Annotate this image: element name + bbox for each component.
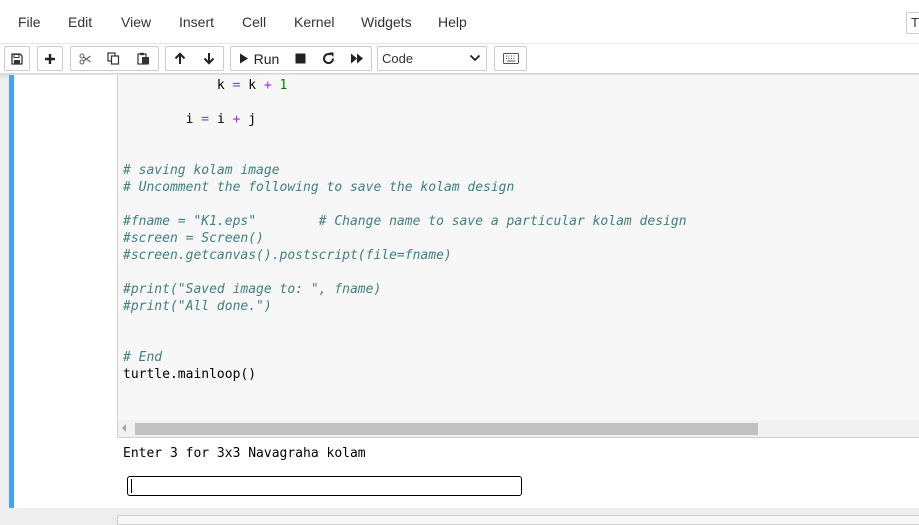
cell-type-select[interactable]: Code xyxy=(377,46,487,71)
code-line: #fname = "K1.eps" # Change name to save … xyxy=(123,213,687,230)
stdin-input[interactable] xyxy=(127,476,522,496)
insert-cell-button[interactable] xyxy=(37,46,63,71)
save-icon xyxy=(11,52,23,65)
toolbar: Run Code xyxy=(0,44,919,75)
text-caret xyxy=(131,479,132,493)
scissors-icon xyxy=(78,52,92,65)
selected-cell-indicator xyxy=(9,75,14,508)
code-token: # saving kolam image xyxy=(123,163,280,178)
menu-kernel[interactable]: Kernel xyxy=(294,14,334,30)
menu-cell[interactable]: Cell xyxy=(242,14,266,30)
code-token: #screen = Screen() xyxy=(123,231,264,246)
stop-icon xyxy=(295,53,306,64)
menu-help[interactable]: Help xyxy=(438,14,467,30)
move-up-button[interactable] xyxy=(165,46,195,71)
restart-icon xyxy=(322,52,335,65)
save-button[interactable] xyxy=(4,46,30,71)
menu-edit[interactable]: Edit xyxy=(68,14,92,30)
run-all-button[interactable] xyxy=(342,46,372,71)
code-token: i xyxy=(216,112,225,127)
menu-view[interactable]: View xyxy=(121,14,151,30)
kernel-indicator[interactable]: T xyxy=(906,12,919,34)
code-token: k xyxy=(216,78,225,93)
plus-icon xyxy=(44,53,56,65)
code-token: #print("Saved image to: ", fname) xyxy=(123,282,382,297)
code-token: + xyxy=(256,78,280,93)
code-line: turtle.mainloop() xyxy=(123,366,256,383)
code-line: #screen.getcanvas().postscript(file=fnam… xyxy=(123,247,452,264)
code-token: 1 xyxy=(279,78,288,93)
scrollbar-thumb[interactable] xyxy=(135,423,758,435)
play-icon xyxy=(239,53,249,64)
code-token: #screen.getcanvas().postscript(file=fnam… xyxy=(123,248,452,263)
scroll-left-icon[interactable] xyxy=(122,424,126,432)
restart-button[interactable] xyxy=(314,46,343,71)
chevron-down-icon xyxy=(469,48,481,75)
code-token: turtle.mainloop() xyxy=(123,367,257,382)
code-line: i = i + j xyxy=(123,111,256,128)
paste-button[interactable] xyxy=(128,46,159,71)
code-token: j xyxy=(248,112,257,127)
arrow-down-icon xyxy=(203,52,215,65)
copy-button[interactable] xyxy=(99,46,129,71)
code-line: #print("Saved image to: ", fname) xyxy=(123,281,381,298)
code-token: k xyxy=(248,78,257,93)
horizontal-scrollbar[interactable] xyxy=(118,420,919,437)
code-line: # Uncomment the following to save the ko… xyxy=(123,179,514,196)
cut-button[interactable] xyxy=(70,46,100,71)
code-line: # End xyxy=(123,349,162,366)
output-text: Enter 3 for 3x3 Navagraha kolam xyxy=(123,446,366,461)
menu-insert[interactable]: Insert xyxy=(179,14,214,30)
code-token: # Uncomment the following to save the ko… xyxy=(123,180,515,195)
code-line: k = k + 1 xyxy=(123,77,287,94)
code-line: #print("All done.") xyxy=(123,298,272,315)
arrow-up-icon xyxy=(174,52,186,65)
code-token: + xyxy=(224,112,249,127)
code-token: # End xyxy=(123,350,163,365)
keyboard-icon xyxy=(502,53,519,64)
fast-forward-icon xyxy=(350,53,364,64)
interrupt-button[interactable] xyxy=(287,46,315,71)
paste-icon xyxy=(136,52,150,65)
code-token: = xyxy=(193,112,217,127)
run-label: Run xyxy=(253,50,280,67)
code-line: #screen = Screen() xyxy=(123,230,264,247)
move-down-button[interactable] xyxy=(194,46,224,71)
next-cell[interactable] xyxy=(117,515,919,525)
cell-type-value: Code xyxy=(382,51,414,66)
copy-icon xyxy=(107,52,120,65)
menubar: File Edit View Insert Cell Kernel Widget… xyxy=(0,0,919,44)
code-token: = xyxy=(224,78,249,93)
menu-file[interactable]: File xyxy=(18,14,41,30)
code-token: #fname = "K1.eps" # Change name to save … xyxy=(123,214,687,229)
code-token: #print("All done.") xyxy=(123,299,272,314)
command-palette-button[interactable] xyxy=(494,46,527,71)
run-button[interactable]: Run xyxy=(230,46,288,71)
menu-widgets[interactable]: Widgets xyxy=(361,14,412,30)
code-line: # saving kolam image xyxy=(123,162,280,179)
